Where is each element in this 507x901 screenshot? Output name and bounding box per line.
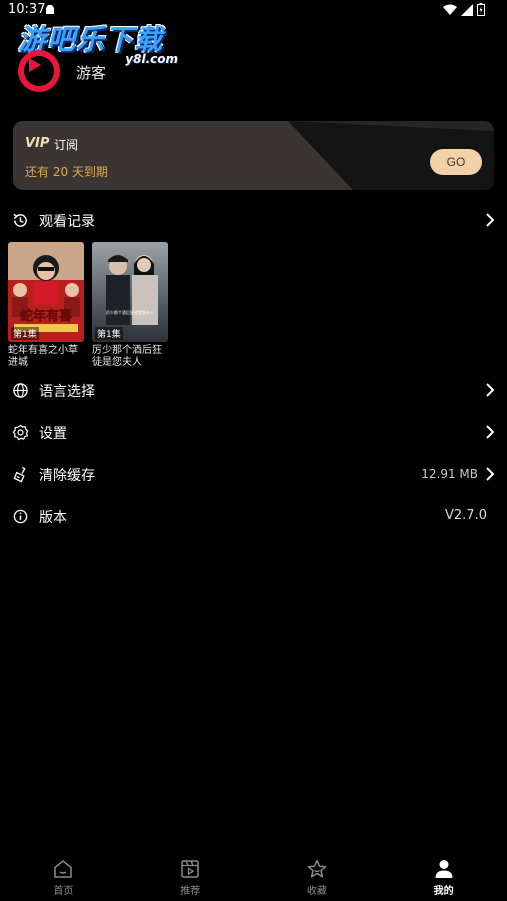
- watermark-domain: y8l.com: [125, 52, 178, 66]
- username[interactable]: 游客: [76, 62, 106, 83]
- settings-row[interactable]: 设置: [0, 412, 507, 452]
- nav-recommend[interactable]: 推荐: [127, 853, 254, 901]
- poster-2-title-art: 厉少那个酒后狂徒是您夫人: [106, 309, 154, 315]
- vip-badge: VIP: [25, 136, 50, 151]
- episode-badge: 第1集: [11, 327, 39, 340]
- history-list: 蛇年有喜 第1集 蛇年有喜之小草进城 厉少那个酒后狂徒是您夫人 第1集 厉少那个…: [8, 242, 188, 372]
- version-label: 版本: [39, 510, 67, 526]
- history-poster[interactable]: 厉少那个酒后狂徒是您夫人 第1集: [92, 242, 168, 342]
- history-row[interactable]: 观看记录: [0, 200, 507, 240]
- signal-icon: [461, 3, 473, 16]
- status-bar: 10:37: [0, 0, 507, 20]
- history-clock-icon: [13, 213, 27, 227]
- person-icon: [435, 860, 453, 878]
- nav-mine[interactable]: 我的: [380, 853, 507, 901]
- battery-icon: [477, 3, 485, 16]
- episode-badge: 第1集: [95, 327, 123, 340]
- history-poster[interactable]: 蛇年有喜 第1集: [8, 242, 84, 342]
- bottom-nav: 首页 推荐 收藏 我的: [0, 853, 507, 901]
- history-label: 观看记录: [39, 214, 95, 230]
- globe-icon: [13, 383, 28, 398]
- settings-label: 设置: [39, 426, 67, 442]
- vip-subscribe-label: 订阅: [54, 138, 79, 152]
- info-icon: [13, 509, 28, 524]
- vip-expire-text: 还有 20 天到期: [25, 165, 108, 179]
- nav-home[interactable]: 首页: [0, 853, 127, 901]
- avatar[interactable]: [18, 50, 60, 92]
- status-indicators: [443, 3, 485, 16]
- chevron-right-icon: [486, 467, 495, 481]
- broom-icon: [13, 466, 26, 483]
- language-row[interactable]: 语言选择: [0, 370, 507, 410]
- version-row[interactable]: 版本 V2.7.0: [0, 496, 507, 536]
- chevron-right-icon: [486, 383, 495, 397]
- nav-home-label: 首页: [53, 886, 74, 897]
- clear-cache-row[interactable]: 清除缓存 12.91 MB: [0, 454, 507, 494]
- chevron-right-icon: [486, 213, 495, 227]
- version-value: V2.7.0: [445, 508, 487, 523]
- cache-size: 12.91 MB: [421, 467, 478, 481]
- nav-favorites[interactable]: 收藏: [254, 853, 381, 901]
- gear-icon: [12, 424, 29, 441]
- history-title: 厉少那个酒后狂徒是您夫人: [92, 345, 162, 368]
- language-label: 语言选择: [39, 384, 95, 400]
- play-icon: [29, 58, 41, 72]
- star-icon: [307, 859, 327, 878]
- history-title: 蛇年有喜之小草进城: [8, 345, 78, 368]
- android-notification-icon: [46, 5, 54, 14]
- nav-mine-label: 我的: [433, 886, 454, 897]
- history-item[interactable]: 厉少那个酒后狂徒是您夫人 第1集 厉少那个酒后狂徒是您夫人: [92, 242, 168, 369]
- poster-1-title-art: 蛇年有喜: [20, 308, 72, 324]
- status-time: 10:37: [8, 2, 46, 17]
- home-icon: [54, 860, 73, 878]
- clear-cache-label: 清除缓存: [39, 468, 95, 484]
- film-icon: [181, 860, 199, 878]
- history-item[interactable]: 蛇年有喜 第1集 蛇年有喜之小草进城: [8, 242, 84, 369]
- wifi-icon: [443, 4, 457, 15]
- nav-favorites-label: 收藏: [306, 886, 327, 897]
- nav-recommend-label: 推荐: [180, 886, 201, 897]
- vip-card[interactable]: VIP 订阅 还有 20 天到期 GO: [13, 121, 494, 190]
- go-button[interactable]: GO: [430, 149, 482, 175]
- chevron-right-icon: [486, 425, 495, 439]
